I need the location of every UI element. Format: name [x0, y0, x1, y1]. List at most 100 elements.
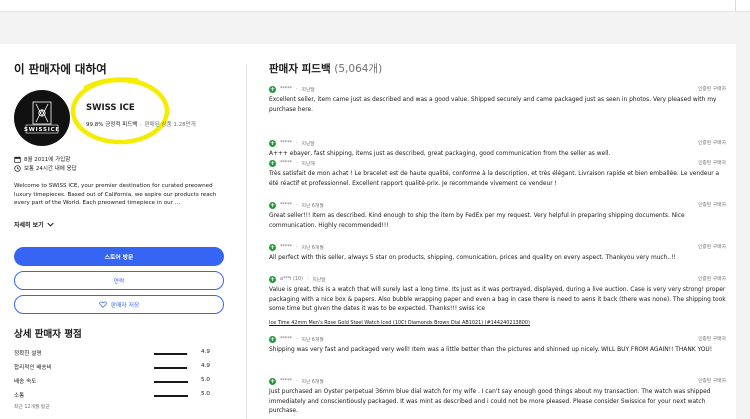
feedback-dot: · [296, 202, 298, 208]
positive-feedback-icon: + [269, 377, 276, 385]
verified-buyer-label: 인증된 구매자 [697, 87, 726, 92]
feedback-text: Shipping was very fast and packaged very… [269, 347, 713, 353]
positive-feedback-icon: + [269, 201, 276, 209]
feedback-text: Value is great, this is a watch that wil… [269, 287, 726, 312]
store-logo-graphic [25, 101, 59, 134]
feedback-user: ***** [280, 378, 292, 384]
positive-feedback-icon: + [269, 159, 276, 167]
feedback-dot: · [296, 336, 298, 342]
feedback-title: 판매자 피드백 (5,064개) [269, 61, 382, 76]
feedback-time: 지난해 [301, 161, 315, 167]
feedback-dot: · [296, 140, 298, 146]
feedback-time: 지난 6개월 [301, 245, 324, 251]
feedback-text: Excellent seller, item came just as desc… [269, 97, 717, 113]
rating-label: 배송 속도 [14, 379, 37, 385]
feedback-header: + ***** · 지난 6개월 [269, 243, 726, 251]
ratings-footnote: 최근 12개월 평균 [14, 405, 50, 410]
rating-value: 5.0 [201, 391, 210, 397]
feedback-header: + ***** · 지난달 [269, 85, 726, 93]
feedback-header: + ***** · 지난 6개월 [269, 335, 726, 343]
detailed-ratings-title: 상세 판매자 평점 [14, 329, 82, 340]
feedback-dot: · [296, 378, 298, 384]
see-more-link[interactable]: 자세히 보기 [14, 220, 54, 229]
positive-feedback-icon: + [269, 139, 276, 147]
verified-buyer-label: 인증된 구매자 [697, 245, 726, 250]
feedback-user: ***** [280, 336, 292, 342]
positive-feedback-icon: + [269, 85, 276, 93]
visit-store-button[interactable]: 스토어 방문 [14, 247, 224, 266]
rating-bar [154, 367, 188, 369]
verified-buyer-label: 인증된 구매자 [697, 379, 726, 384]
top-bar [0, 0, 750, 12]
column-divider [246, 64, 247, 419]
rating-label: 합리적인 배송비 [14, 365, 52, 371]
rating-bar [154, 381, 188, 383]
rating-value: 4.9 [201, 363, 210, 369]
rating-value: 4.9 [201, 349, 210, 355]
save-seller-label: 판매자 저장 [110, 303, 140, 309]
feedback-time: 지난달 [312, 277, 326, 283]
feedback-text: Just purchased an Oyster perpetual 36mm … [269, 389, 711, 414]
verified-buyer-label: 인증된 구매자 [697, 203, 726, 208]
rating-bar-fill [154, 367, 188, 369]
store-logo-text: SWISSICE [24, 127, 60, 133]
positive-feedback-icon: + [269, 243, 276, 251]
feedback-user: ***** [280, 160, 292, 166]
feedback-user: a***i (10) [280, 276, 303, 282]
feedback-user: ***** [280, 244, 292, 250]
feedback-dot: · [296, 160, 298, 166]
feedback-text: Great seller!!! Item as described. Kind … [269, 213, 685, 229]
feedback-time: 지난달 [301, 141, 315, 147]
feedback-dot: · [296, 244, 298, 250]
save-seller-button[interactable]: 판매자 저장 [14, 295, 224, 314]
feedback-header: + a***i (10) · 지난달 [269, 275, 726, 283]
feedback-header: + ***** · 지난해 [269, 159, 726, 167]
joined-row: 8월 2011에 가입함 [14, 155, 70, 163]
verified-buyer-label: 인증된 구매자 [697, 141, 726, 146]
feedback-header: + ***** · 지난 6개월 [269, 377, 726, 385]
rating-value: 5.0 [201, 377, 210, 383]
right-gutter [736, 44, 750, 419]
feedback-text: All perfect with this seller, always 5 s… [269, 255, 676, 261]
joined-date: 8월 2011에 가입함 [24, 157, 71, 163]
chevron-down-icon [47, 222, 54, 227]
feedback-title-text: 판매자 피드백 [269, 63, 331, 75]
rating-label: 소통 [14, 393, 25, 399]
feedback-user: ***** [280, 140, 292, 146]
feedback-time: 지난 6개월 [301, 203, 324, 209]
positive-feedback-percent: 99.8% 긍정적 피드백 [86, 122, 138, 128]
store-logo[interactable]: SWISSICE [14, 90, 70, 146]
response-time: 보통 24시간 내에 응답 [24, 166, 77, 172]
clock-icon [14, 164, 21, 172]
positive-feedback-icon: + [269, 275, 276, 283]
feedback-dot: · [306, 276, 309, 282]
verified-buyer-label: 인증된 구매자 [697, 277, 726, 282]
verified-buyer-label: 인증된 구매자 [697, 337, 726, 342]
feedback-item-link[interactable]: Ice Time 42mm Men's Rose Gold Steel Watc… [269, 320, 530, 326]
items-sold: 판매된 상품 1.28만개 [144, 122, 196, 128]
heart-icon [99, 301, 107, 308]
seller-page: 이 판매자에 대하여 SWISSICE SWISS ICE 99.8% 긍정적 … [0, 44, 736, 419]
top-bar-edge [735, 0, 736, 11]
feedback-time: 지난 6개월 [301, 337, 324, 343]
seller-feedback-panel: 판매자 피드백 (5,064개) + ***** · 지난달 인증된 구매자 Excell… [269, 44, 729, 419]
rating-bar-fill [154, 381, 188, 383]
feedback-user: ***** [280, 202, 292, 208]
rating-row: 배송 속도 5.0 [14, 377, 214, 387]
rating-label: 정확한 설명 [14, 351, 42, 357]
rating-bar-fill [154, 395, 188, 397]
calendar-icon [14, 155, 21, 163]
feedback-user: ***** [280, 86, 292, 92]
about-seller-panel: 이 판매자에 대하여 SWISSICE SWISS ICE 99.8% 긍정적 … [14, 44, 230, 419]
store-description: Welcome to SWISS ICE, your premier desti… [14, 183, 217, 207]
feedback-header: + ***** · 지난 6개월 [269, 201, 726, 209]
feedback-time: 지난 6개월 [301, 379, 324, 385]
feedback-text: Très satisfait de mon achat ! Le bracele… [269, 171, 720, 187]
store-name[interactable]: SWISS ICE [86, 103, 135, 113]
feedback-header: + ***** · 지난달 [269, 139, 726, 147]
rating-row: 소통 5.0 [14, 391, 214, 401]
rating-bar [154, 353, 188, 355]
see-more-label: 자세히 보기 [14, 222, 44, 229]
verified-buyer-label: 인증된 구매자 [697, 161, 726, 166]
contact-button[interactable]: 연락 [14, 271, 224, 290]
